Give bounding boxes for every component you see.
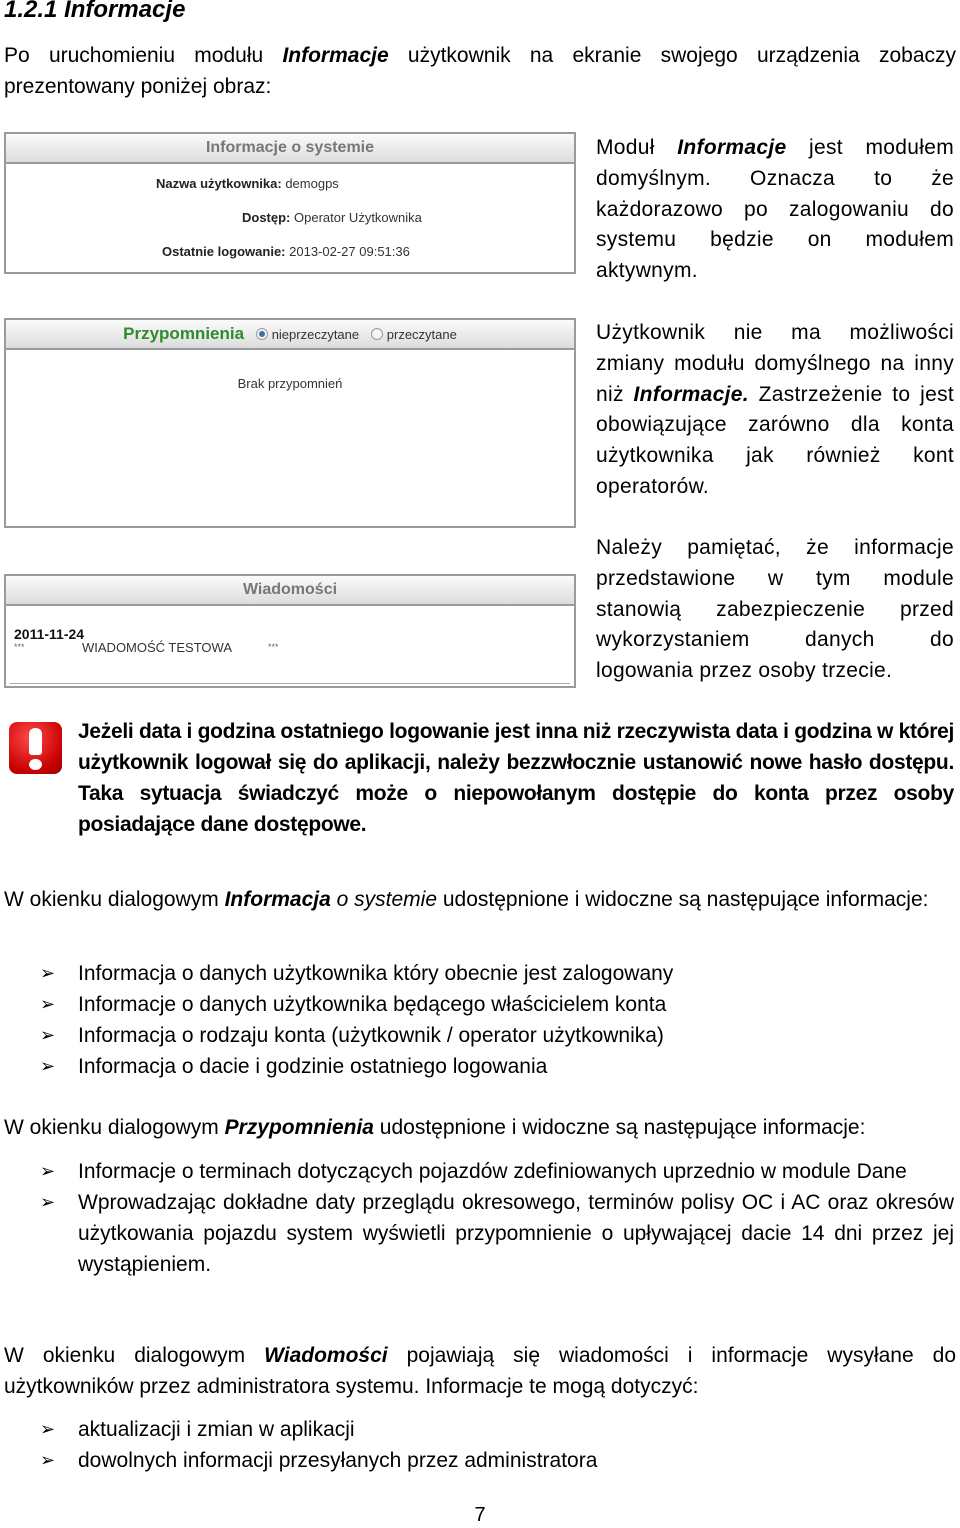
messages-section-paragraph: W okienku dialogowym Wiadomości pojawiaj… [4, 1340, 956, 1402]
info-row-last-login: Ostatnie logowanie: 2013-02-27 09:51:36 [162, 244, 410, 259]
arrow-bullet-icon: ➢ [40, 994, 56, 1014]
page-number: 7 [474, 1504, 486, 1526]
info-label: Nazwa użytkownika: [156, 176, 282, 191]
arrow-bullet-icon: ➢ [40, 1025, 56, 1045]
arrow-bullet-icon: ➢ [40, 1161, 56, 1181]
section-bold: Wiadomości [264, 1344, 388, 1367]
list-item: ➢ Wprowadzając dokładne daty przeglądu ok… [40, 1187, 954, 1280]
side-note-security: Należy pamiętać, że informacje przedstaw… [596, 536, 954, 683]
info-label: Ostatnie logowanie: [162, 244, 286, 259]
section-bold: Przypomnienia [224, 1116, 374, 1139]
section-text: W okienku dialogowym [4, 1344, 265, 1367]
exclamation-icon [9, 722, 62, 774]
list-item: ➢ Informacja o danych użytkownika który o… [40, 958, 954, 989]
list-item: ➢ dowolnych informacji przesyłanych przez… [40, 1445, 954, 1476]
radio-read-label[interactable]: przeczytane [387, 327, 457, 342]
note-bold: Informacje. [633, 382, 749, 406]
message-date: 2011-11-24 [14, 626, 85, 642]
messages-section-list: ➢ aktualizacji i zmian w aplikacji ➢ dowol… [40, 1414, 954, 1476]
message-marker-right: *** [268, 642, 279, 652]
list-item: ➢ Informacja o dacie i godzinie ostatnieg… [40, 1051, 954, 1082]
list-item: ➢ Informacja o rodzaju konta (użytkownik … [40, 1020, 954, 1051]
list-item-text: Informacje o danych użytkownika będącego… [78, 993, 667, 1016]
message-text[interactable]: WIADOMOŚĆ TESTOWA [82, 640, 232, 655]
list-item-text: Wprowadzając dokładne daty przeglądu okr… [78, 1191, 954, 1276]
list-item: ➢ Informacje o terminach dotyczących poja… [40, 1156, 954, 1187]
divider [10, 683, 570, 684]
section-bold: Informacja [224, 888, 331, 911]
empty-reminders-text: Brak przypomnień [237, 376, 343, 391]
panel-title: Wiadomości [6, 576, 574, 606]
messages-panel: Wiadomości 2011-11-24 *** WIADOMOŚĆ TEST… [4, 574, 576, 688]
list-item-text: Informacje o terminach dotyczących pojaz… [78, 1160, 907, 1183]
list-item-text: aktualizacji i zmian w aplikacji [78, 1418, 355, 1441]
list-item: ➢ aktualizacji i zmian w aplikacji [40, 1414, 954, 1445]
radio-read[interactable] [370, 327, 383, 340]
arrow-bullet-icon: ➢ [40, 963, 56, 983]
panel-title: Informacje o systemie [6, 134, 574, 164]
list-item-text: Informacja o danych użytkownika który ob… [78, 962, 674, 985]
radio-unread[interactable] [255, 327, 268, 340]
info-value: 2013-02-27 09:51:36 [289, 244, 410, 259]
side-note-no-change: Użytkownik nie ma możliwości zmiany modu… [596, 318, 954, 503]
note-bold: Informacje [677, 136, 787, 159]
radio-unread-label[interactable]: nieprzeczytane [272, 327, 359, 342]
system-info-panel: Informacje o systemie Nazwa użytkownika:… [4, 132, 576, 274]
section-text-end: udostępnione i widoczne są następujące i… [373, 1116, 866, 1139]
info-value: demogps [285, 176, 339, 191]
section-italic: o systemie [330, 888, 437, 911]
info-section-list: ➢ Informacja o danych użytkownika który o… [40, 958, 954, 1082]
panel-title: Przypomnienia [123, 324, 245, 343]
list-item-text: Informacja o dacie i godzinie ostatniego… [78, 1055, 548, 1078]
reminders-section-list: ➢ Informacje o terminach dotyczących poja… [40, 1156, 954, 1280]
reminders-section-paragraph: W okienku dialogowym Przypomnienia udost… [4, 1112, 956, 1143]
list-item: ➢ Informacje o danych użytkownika będąceg… [40, 989, 954, 1020]
arrow-bullet-icon: ➢ [40, 1419, 56, 1439]
list-item-text: Informacja o rodzaju konta (użytkownik /… [78, 1024, 664, 1047]
info-row-access: Dostęp: Operator Użytkownika [242, 210, 422, 225]
warning-text: Jeżeli data i godzina ostatniego logowan… [78, 720, 954, 836]
info-label: Dostęp: [242, 210, 291, 225]
list-item-text: dowolnych informacji przesyłanych przez … [78, 1449, 598, 1472]
info-section-paragraph: W okienku dialogowym Informacja o system… [4, 884, 956, 915]
intro-text: Po uruchomieniu modułu [4, 44, 283, 67]
arrow-bullet-icon: ➢ [40, 1192, 56, 1212]
section-text: W okienku dialogowym [4, 1116, 225, 1139]
info-row-username: Nazwa użytkownika: demogps [156, 176, 339, 191]
note-text: Moduł [596, 136, 678, 159]
info-value: Operator Użytkownika [294, 210, 422, 225]
message-marker-left: *** [14, 642, 25, 652]
section-text: W okienku dialogowym [4, 888, 225, 911]
panel-header: Przypomnienia nieprzeczytane przeczytane [6, 320, 574, 350]
reminders-panel: Przypomnienia nieprzeczytane przeczytane… [4, 318, 576, 528]
section-heading: 1.2.1 Informacje [4, 0, 186, 23]
section-text-end: udostępnione i widoczne są następujące i… [437, 888, 929, 911]
intro-bold: Informacje [282, 44, 389, 67]
arrow-bullet-icon: ➢ [40, 1056, 56, 1076]
arrow-bullet-icon: ➢ [40, 1450, 56, 1470]
side-note-default-module: Moduł Informacje jest modułem domyślnym.… [596, 133, 954, 287]
intro-paragraph: Po uruchomieniu modułu Informacje użytko… [4, 40, 956, 102]
